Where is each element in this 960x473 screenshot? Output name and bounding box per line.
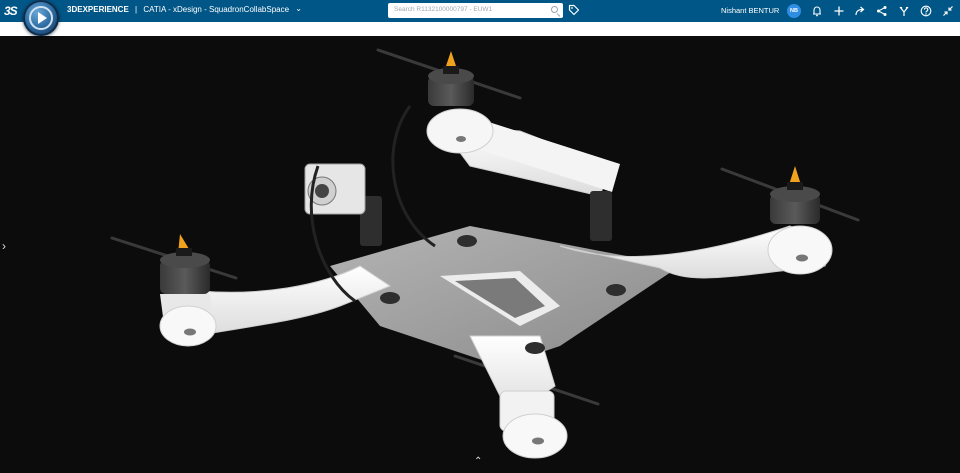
chevron-down-icon[interactable]: ⌄ xyxy=(295,4,302,13)
network-icon[interactable] xyxy=(876,5,888,17)
motor-left[interactable] xyxy=(160,234,210,294)
motor-top[interactable] xyxy=(428,51,474,106)
avatar[interactable]: NB xyxy=(787,4,801,18)
play-icon xyxy=(38,12,47,24)
app-title[interactable]: 3DEXPERIENCE | CATIA - xDesign - Squadro… xyxy=(67,4,302,14)
tag-icon[interactable] xyxy=(568,4,580,16)
app-context: CATIA - xDesign - SquadronCollabSpace xyxy=(143,5,290,14)
help-icon[interactable] xyxy=(920,5,932,17)
motor-mount-left xyxy=(159,305,217,347)
tools-icon[interactable] xyxy=(898,5,910,17)
share-icon[interactable] xyxy=(854,5,866,17)
mount-hole xyxy=(456,136,466,142)
mount-hole xyxy=(184,328,196,336)
brand-separator: | xyxy=(135,5,138,14)
motor-mount-top xyxy=(426,108,494,154)
3d-viewport[interactable] xyxy=(0,36,960,468)
action-bar xyxy=(0,22,960,36)
notification-icon[interactable] xyxy=(811,5,823,17)
search-input[interactable]: Search R1132100000797 - EUW1 xyxy=(388,3,563,18)
camera-module[interactable] xyxy=(304,163,366,215)
bottom-panel-toggle[interactable]: ⌃ xyxy=(474,456,482,467)
motor-mount-right xyxy=(767,225,833,275)
top-bar: 3S 3DEXPERIENCE | CATIA - xDesign - Squa… xyxy=(0,0,960,22)
brand-name: 3DEXPERIENCE xyxy=(67,5,129,14)
motor-front[interactable] xyxy=(499,390,568,459)
compass-icon[interactable] xyxy=(23,0,59,36)
search-icon[interactable] xyxy=(551,6,558,13)
mount-hole xyxy=(796,254,808,262)
user-name[interactable]: Nishant BENTUR xyxy=(721,6,779,15)
motor-right[interactable] xyxy=(770,166,820,224)
app-logo[interactable]: 3S xyxy=(4,4,18,18)
collapse-icon[interactable] xyxy=(942,5,954,17)
add-icon[interactable] xyxy=(833,5,845,17)
search-placeholder: Search R1132100000797 - EUW1 xyxy=(394,6,493,13)
left-panel-toggle[interactable]: › xyxy=(2,239,6,253)
drone-model[interactable] xyxy=(0,36,960,468)
